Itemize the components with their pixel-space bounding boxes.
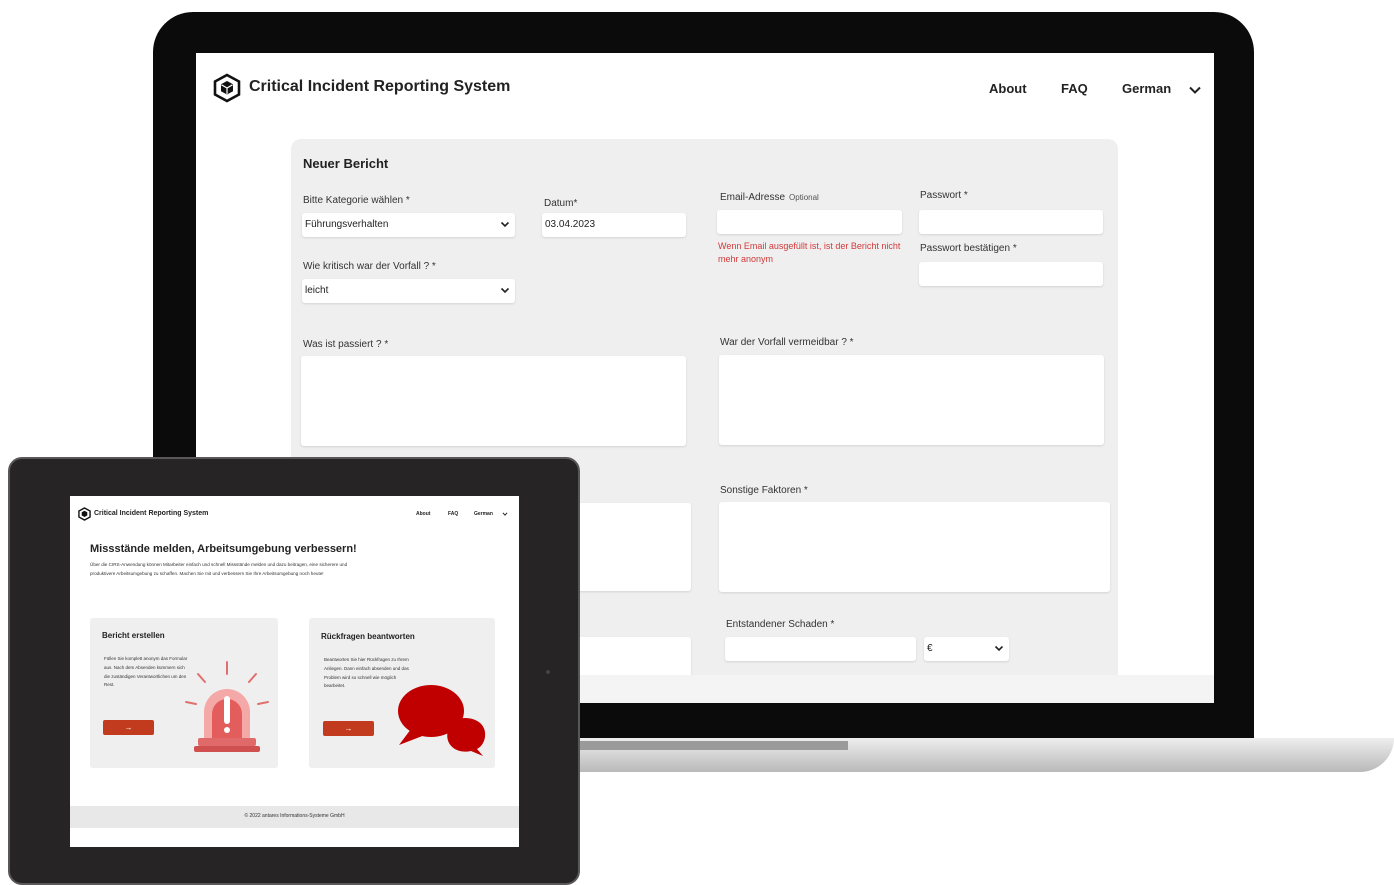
damage-amount-field[interactable] — [725, 637, 916, 661]
category-value: Führungsverhalten — [305, 219, 389, 230]
form-heading: Neuer Bericht — [303, 156, 389, 171]
date-label: Datum* — [544, 198, 578, 209]
language-select[interactable]: German — [1122, 81, 1171, 96]
footer-copyright: © 2022 antares Informations-Systeme GmbH — [244, 813, 345, 819]
cube-logo-icon — [213, 73, 241, 103]
footer: © 2022 antares Informations-Systeme GmbH — [70, 806, 519, 828]
criticality-value: leicht — [305, 285, 329, 296]
password-confirm-label: Passwort bestätigen * — [920, 243, 1017, 254]
cube-logo-icon — [78, 507, 91, 521]
report-card-title: Bericht erstellen — [102, 631, 165, 640]
chevron-down-icon[interactable] — [1188, 83, 1202, 97]
answer-questions-button[interactable]: → — [323, 721, 374, 736]
chat-bubbles-icon — [398, 685, 486, 756]
language-select[interactable]: German — [474, 511, 493, 517]
chevron-down-icon — [500, 287, 510, 294]
currency-select[interactable]: € — [924, 637, 1009, 661]
hero-text: Über die CIRS-Anwendung können Mitarbeit… — [90, 562, 348, 576]
nav-faq-link[interactable]: FAQ — [1061, 81, 1088, 96]
currency-value: € — [927, 643, 933, 654]
damage-label: Entstandener Schaden * — [726, 619, 835, 630]
chevron-down-icon — [500, 221, 510, 228]
report-card-text: Füllen Sie komplett anonym das Formular … — [104, 656, 188, 688]
tablet-camera — [546, 670, 550, 674]
avoidable-textarea[interactable] — [719, 355, 1104, 445]
email-warning: Wenn Email ausgefüllt ist, ist der Beric… — [718, 241, 901, 264]
hero-heading: Missstände melden, Arbeitsumgebung verbe… — [90, 543, 357, 555]
header: Critical Incident Reporting System About… — [196, 53, 1214, 123]
nav-about-link[interactable]: About — [989, 81, 1027, 96]
criticality-select[interactable]: leicht — [302, 279, 515, 303]
chevron-down-icon — [994, 645, 1004, 652]
other-factors-textarea[interactable] — [719, 502, 1110, 592]
what-happened-label: Was ist passiert ? * — [303, 339, 389, 350]
avoidable-label: War der Vorfall vermeidbar ? * — [720, 337, 854, 348]
date-value: 03.04.2023 — [545, 219, 596, 230]
app-title: Critical Incident Reporting System — [94, 510, 209, 517]
what-happened-textarea[interactable] — [301, 356, 686, 446]
laptop-notch — [580, 741, 848, 750]
reply-card-title: Rückfragen beantworten — [321, 632, 415, 641]
siren-icon — [185, 661, 269, 752]
password-confirm-field[interactable] — [919, 262, 1103, 286]
category-label: Bitte Kategorie wählen * — [303, 195, 410, 206]
email-optional-tag: Optional — [789, 193, 819, 202]
email-label-text: Email-Adresse — [720, 192, 786, 203]
email-field[interactable] — [717, 210, 902, 234]
nav-faq-link[interactable]: FAQ — [448, 511, 458, 517]
app-title: Critical Incident Reporting System — [249, 78, 511, 95]
password-label: Passwort * — [920, 190, 968, 201]
email-label: Email-Adresse Optional — [720, 192, 819, 203]
nav-about-link[interactable]: About — [416, 511, 430, 517]
category-select[interactable]: Führungsverhalten — [302, 213, 515, 237]
tablet-screen: Critical Incident Reporting System About… — [70, 496, 519, 847]
criticality-label: Wie kritisch war der Vorfall ? * — [303, 261, 436, 272]
date-field[interactable]: 03.04.2023 — [542, 213, 686, 237]
password-field[interactable] — [919, 210, 1103, 234]
other-factors-label: Sonstige Faktoren * — [720, 485, 808, 496]
chevron-down-icon[interactable] — [502, 511, 508, 517]
create-report-button[interactable]: → — [103, 720, 154, 735]
